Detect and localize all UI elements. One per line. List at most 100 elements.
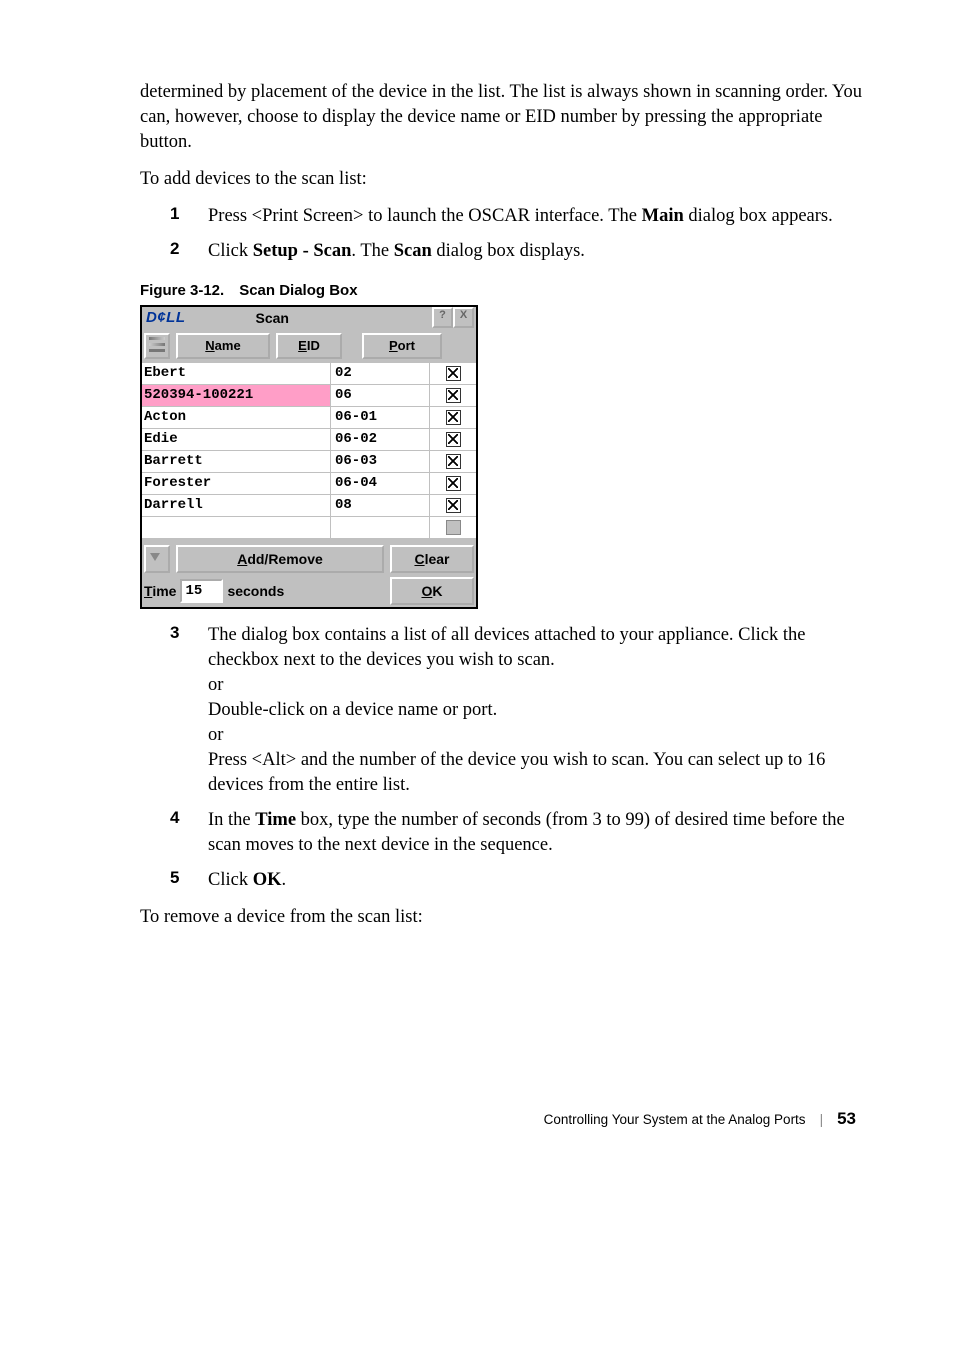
- page-number: 53: [837, 1109, 856, 1129]
- col-name-t: ame: [215, 338, 241, 353]
- clear-button[interactable]: Clear: [390, 545, 474, 573]
- sort-toggle-button[interactable]: [144, 333, 170, 359]
- column-name-button[interactable]: Name: [176, 333, 270, 359]
- add-remove-button[interactable]: Add/Remove: [176, 545, 384, 573]
- cell-name: Edie: [142, 429, 331, 450]
- col-name-u: N: [205, 338, 214, 353]
- checkbox[interactable]: [446, 410, 461, 425]
- scan-dialog: D¢LL Scan ? X Name EID Port Ebert0252039…: [140, 305, 478, 609]
- step1-b: Main: [642, 206, 684, 226]
- para-remove-intro: To remove a device from the scan list:: [140, 905, 864, 930]
- s3a: The dialog box contains a list of all de…: [208, 623, 864, 673]
- step-text-3: The dialog box contains a list of all de…: [208, 623, 864, 798]
- time-t: ime: [152, 583, 176, 599]
- para-intro: determined by placement of the device in…: [140, 80, 864, 155]
- table-row[interactable]: Ebert02: [142, 363, 476, 385]
- time-input[interactable]: 15: [180, 579, 223, 603]
- step2-e: dialog box displays.: [432, 241, 585, 261]
- seconds-label: seconds: [227, 583, 386, 599]
- cell-check: [430, 410, 476, 425]
- step-num-4: 4: [140, 808, 208, 858]
- col-port-t: ort: [398, 338, 415, 353]
- cell-port: 06-04: [331, 473, 430, 494]
- step-num-1: 1: [140, 204, 208, 229]
- table-row[interactable]: [142, 517, 476, 539]
- cell-name: 520394-100221: [142, 385, 331, 406]
- cell-port: 06-02: [331, 429, 430, 450]
- step2-c: . The: [351, 241, 393, 261]
- cell-name: Barrett: [142, 451, 331, 472]
- cell-check: [430, 366, 476, 381]
- footer-text: Controlling Your System at the Analog Po…: [544, 1112, 806, 1127]
- cell-port: 02: [331, 363, 430, 384]
- cell-name: Darrell: [142, 495, 331, 516]
- column-port-button[interactable]: Port: [362, 333, 442, 359]
- table-row[interactable]: Barrett06-03: [142, 451, 476, 473]
- clear-u: C: [414, 551, 424, 567]
- help-icon[interactable]: ?: [432, 307, 453, 328]
- step1-a: Press <Print Screen> to launch the OSCAR…: [208, 206, 642, 226]
- clear-t: lear: [425, 551, 450, 567]
- table-row[interactable]: Acton06-01: [142, 407, 476, 429]
- checkbox[interactable]: [446, 388, 461, 403]
- cell-port: 06-01: [331, 407, 430, 428]
- s5a: Click: [208, 870, 253, 890]
- addremove-u: A: [237, 551, 247, 567]
- s4c: box, type the number of seconds (from 3 …: [208, 810, 845, 855]
- step-text-1: Press <Print Screen> to launch the OSCAR…: [208, 204, 833, 229]
- step-text-2: Click Setup - Scan. The Scan dialog box …: [208, 239, 585, 264]
- step2-d: Scan: [394, 241, 432, 261]
- table-row[interactable]: Forester06-04: [142, 473, 476, 495]
- cell-check: [430, 476, 476, 491]
- footer-sep: |: [820, 1112, 824, 1127]
- s5c: .: [282, 870, 287, 890]
- checkbox[interactable]: [446, 476, 461, 491]
- table-row[interactable]: Edie06-02: [142, 429, 476, 451]
- close-icon[interactable]: X: [453, 307, 474, 328]
- checkbox[interactable]: [446, 366, 461, 381]
- col-eid-t: ID: [307, 338, 320, 353]
- addremove-t: dd/Remove: [247, 551, 322, 567]
- dell-logo: D¢LL: [146, 309, 186, 326]
- para-add-intro: To add devices to the scan list:: [140, 167, 864, 192]
- col-eid-u: E: [298, 338, 307, 353]
- s3d: or: [208, 723, 864, 748]
- scroll-down-icon[interactable]: [144, 545, 170, 573]
- checkbox: [446, 520, 461, 535]
- ok-button[interactable]: OK: [390, 577, 474, 605]
- step2-a: Click: [208, 241, 253, 261]
- column-header-row: Name EID Port: [142, 329, 476, 363]
- checkbox[interactable]: [446, 454, 461, 469]
- s3e: Press <Alt> and the number of the device…: [208, 748, 864, 798]
- cell-port: 08: [331, 495, 430, 516]
- cell-name: Acton: [142, 407, 331, 428]
- s5b: OK: [253, 870, 282, 890]
- checkbox[interactable]: [446, 498, 461, 513]
- dialog-title: Scan: [256, 310, 289, 326]
- cell-name: [142, 517, 331, 538]
- column-eid-button[interactable]: EID: [276, 333, 342, 359]
- step-num-2: 2: [140, 239, 208, 264]
- table-row[interactable]: Darrell08: [142, 495, 476, 517]
- steps-after: 3 The dialog box contains a list of all …: [140, 623, 864, 893]
- cell-check: [430, 388, 476, 403]
- cell-check: [430, 454, 476, 469]
- cell-name: Ebert: [142, 363, 331, 384]
- table-row[interactable]: 520394-10022106: [142, 385, 476, 407]
- step-num-3: 3: [140, 623, 208, 798]
- time-label: Time: [144, 583, 176, 599]
- device-list: Ebert02520394-10022106Acton06-01Edie06-0…: [142, 363, 476, 539]
- figure-caption: Figure 3-12. Scan Dialog Box: [140, 282, 864, 299]
- s3c: Double-click on a device name or port.: [208, 698, 864, 723]
- step-text-5: Click OK.: [208, 868, 286, 893]
- cell-port: 06-03: [331, 451, 430, 472]
- s4a: In the: [208, 810, 255, 830]
- titlebar: D¢LL Scan ? X: [142, 307, 476, 329]
- s3b: or: [208, 673, 864, 698]
- cell-check: [430, 432, 476, 447]
- cell-port: 06: [331, 385, 430, 406]
- step-num-5: 5: [140, 868, 208, 893]
- steps-add: 1 Press <Print Screen> to launch the OSC…: [140, 204, 864, 264]
- cell-name: Forester: [142, 473, 331, 494]
- checkbox[interactable]: [446, 432, 461, 447]
